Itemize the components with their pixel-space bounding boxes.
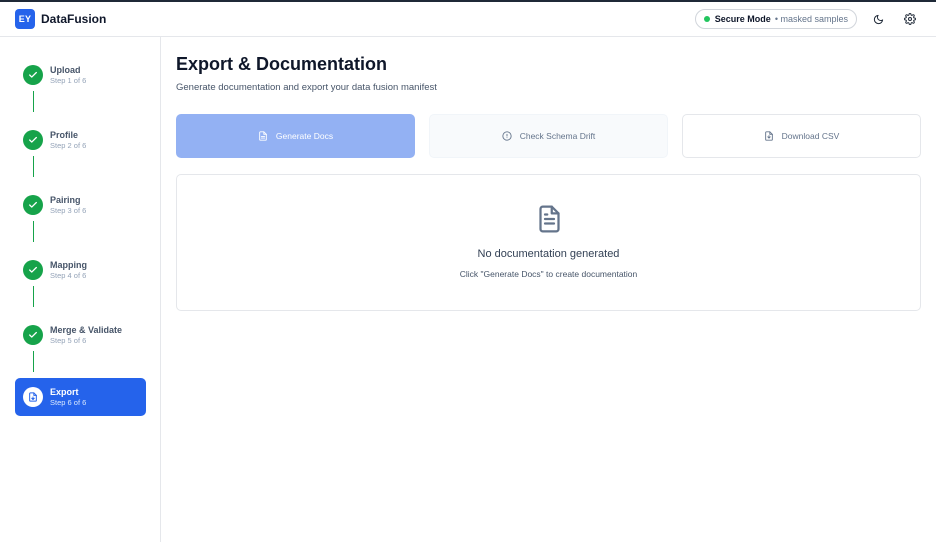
step-complete-badge bbox=[23, 325, 43, 345]
check-icon bbox=[29, 331, 37, 338]
status-dot-icon bbox=[703, 16, 710, 22]
step-complete-badge bbox=[23, 65, 43, 85]
secure-mode-detail: • masked samples bbox=[774, 14, 848, 24]
step-counter: Step 3 of 6 bbox=[50, 205, 87, 215]
step-connector bbox=[33, 221, 34, 242]
step-active-badge bbox=[23, 387, 43, 407]
check-icon bbox=[29, 136, 37, 143]
step-pairing[interactable]: Pairing Step 3 of 6 bbox=[15, 186, 146, 224]
generate-docs-button[interactable]: Generate Docs bbox=[176, 114, 415, 158]
step-connector bbox=[33, 91, 34, 112]
download-csv-button[interactable]: Download CSV bbox=[682, 114, 921, 158]
step-label: Export bbox=[50, 386, 79, 397]
step-connector bbox=[33, 156, 34, 177]
step-label: Merge & Validate bbox=[50, 324, 123, 335]
step-counter: Step 1 of 6 bbox=[50, 75, 87, 85]
app-logo: EY bbox=[15, 9, 35, 29]
step-merge-validate[interactable]: Merge & Validate Step 5 of 6 bbox=[15, 316, 146, 354]
secure-mode-label: Secure Mode bbox=[714, 14, 771, 24]
step-counter: Step 5 of 6 bbox=[50, 335, 87, 345]
step-complete-badge bbox=[23, 260, 43, 280]
step-label: Upload bbox=[50, 64, 81, 75]
top-bar: EY DataFusion Secure Mode • masked sampl… bbox=[0, 2, 936, 37]
step-profile[interactable]: Profile Step 2 of 6 bbox=[15, 121, 146, 159]
step-sidebar: Upload Step 1 of 6 Profile Step 2 of 6 P… bbox=[0, 37, 161, 542]
alert-circle-icon bbox=[502, 131, 512, 141]
file-download-icon bbox=[764, 131, 773, 141]
header-actions: Secure Mode • masked samples bbox=[694, 8, 921, 30]
secure-mode-badge[interactable]: Secure Mode • masked samples bbox=[694, 9, 857, 29]
step-upload[interactable]: Upload Step 1 of 6 bbox=[15, 56, 146, 94]
step-label: Profile bbox=[50, 129, 79, 140]
gear-icon bbox=[904, 13, 916, 25]
step-export[interactable]: Export Step 6 of 6 bbox=[15, 378, 146, 416]
check-icon bbox=[29, 201, 37, 208]
settings-button[interactable] bbox=[899, 8, 921, 30]
empty-state-title: No documentation generated bbox=[477, 248, 620, 260]
step-connector bbox=[33, 351, 34, 372]
step-label: Mapping bbox=[50, 259, 87, 270]
step-label: Pairing bbox=[50, 194, 81, 205]
empty-state-hint: Click "Generate Docs" to create document… bbox=[459, 269, 638, 279]
document-text-icon bbox=[539, 205, 560, 233]
documentation-empty-state: No documentation generated Click "Genera… bbox=[176, 174, 921, 311]
file-export-icon bbox=[29, 392, 37, 402]
check-schema-drift-label: Check Schema Drift bbox=[519, 131, 596, 141]
app-title: DataFusion bbox=[41, 12, 107, 26]
generate-docs-label: Generate Docs bbox=[275, 131, 334, 141]
page-subtitle: Generate documentation and export your d… bbox=[176, 82, 437, 93]
check-schema-drift-button[interactable]: Check Schema Drift bbox=[429, 114, 668, 158]
step-complete-badge bbox=[23, 195, 43, 215]
step-counter: Step 2 of 6 bbox=[50, 140, 87, 150]
download-csv-label: Download CSV bbox=[781, 131, 840, 141]
document-icon bbox=[259, 131, 267, 141]
check-icon bbox=[29, 266, 37, 273]
step-counter: Step 6 of 6 bbox=[50, 397, 87, 407]
step-mapping[interactable]: Mapping Step 4 of 6 bbox=[15, 251, 146, 289]
step-counter: Step 4 of 6 bbox=[50, 270, 87, 280]
step-connector bbox=[33, 286, 34, 307]
check-icon bbox=[29, 71, 37, 78]
moon-icon bbox=[873, 14, 883, 24]
theme-toggle-button[interactable] bbox=[867, 8, 889, 30]
step-complete-badge bbox=[23, 130, 43, 150]
page-title: Export & Documentation bbox=[176, 54, 388, 74]
